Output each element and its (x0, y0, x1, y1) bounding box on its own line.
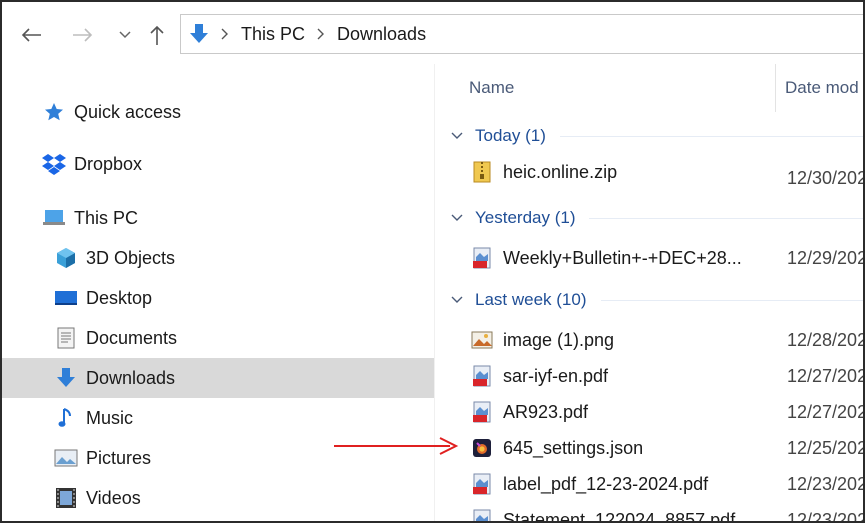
column-header-name[interactable]: Name (469, 64, 514, 112)
documents-icon (54, 326, 78, 350)
group-header-last-week[interactable]: Last week (10) (435, 282, 863, 318)
pdf-icon (471, 364, 493, 388)
column-header-date[interactable]: Date mod (785, 64, 859, 112)
file-date: 12/30/202 (787, 168, 865, 188)
nav-item-desktop[interactable]: Desktop (2, 278, 434, 318)
downloads-location-icon (189, 23, 209, 45)
file-name: 645_settings.json (503, 437, 644, 458)
up-arrow-icon (150, 25, 164, 45)
json-file-icon (471, 436, 493, 460)
file-row[interactable]: 645_settings.json 12/25/202 (435, 430, 865, 466)
videos-icon (54, 486, 78, 510)
file-row[interactable]: heic.online.zip 12/30/202 (435, 154, 865, 190)
nav-item-label: Documents (86, 327, 178, 348)
file-explorer-window: This PC Downloads Quick access Dropbox T… (0, 0, 865, 523)
pdf-icon (471, 400, 493, 424)
group-divider-line (600, 299, 863, 301)
forward-button[interactable] (68, 20, 98, 50)
back-arrow-icon (21, 28, 41, 42)
pdf-icon (471, 508, 493, 521)
file-date: 12/29/202 (787, 247, 865, 268)
chevron-down-icon (119, 31, 131, 39)
nav-item-label: Music (86, 407, 134, 428)
nav-item-quick-access[interactable]: Quick access (2, 92, 434, 132)
this-pc-icon (42, 206, 66, 230)
breadcrumb-separator-icon (317, 28, 325, 40)
nav-item-label: Videos (86, 487, 141, 508)
group-header-today[interactable]: Today (1) (435, 118, 863, 154)
file-list: Name Date mod Today (1) heic.online.zip … (435, 64, 865, 523)
3d-objects-icon (54, 246, 78, 270)
group-divider-line (559, 135, 863, 137)
file-row[interactable]: Statement_122024_8857.pdf 12/23/202 (435, 502, 865, 523)
back-button[interactable] (16, 20, 46, 50)
nav-item-label: Quick access (74, 101, 182, 122)
file-name: sar-iyf-en.pdf (503, 365, 609, 386)
breadcrumb-separator-icon (221, 28, 229, 40)
chevron-down-icon (451, 296, 469, 304)
file-date: 12/25/202 (787, 437, 865, 458)
pdf-icon (471, 246, 493, 270)
address-toolbar: This PC Downloads (2, 2, 863, 64)
file-date: 12/23/202 (787, 473, 865, 494)
nav-item-label: This PC (74, 207, 139, 228)
chevron-down-icon (451, 132, 469, 140)
file-row[interactable]: image (1).png 12/28/202 (435, 322, 865, 358)
recent-locations-button[interactable] (110, 20, 140, 50)
group-header-yesterday[interactable]: Yesterday (1) (435, 200, 863, 236)
column-divider[interactable] (775, 64, 776, 112)
dropbox-icon (42, 152, 66, 176)
group-label: Today (1) (475, 126, 546, 145)
nav-item-this-pc[interactable]: This PC (2, 198, 434, 238)
file-date: 12/27/202 (787, 401, 865, 422)
file-row[interactable]: label_pdf_12-23-2024.pdf 12/23/202 (435, 466, 865, 502)
file-name: image (1).png (503, 329, 615, 350)
nav-item-label: Pictures (86, 447, 152, 468)
nav-item-downloads[interactable]: Downloads (2, 358, 434, 398)
group-label: Yesterday (1) (475, 208, 576, 227)
file-date: 12/27/202 (787, 365, 865, 386)
chevron-down-icon (451, 214, 469, 222)
star-icon (42, 100, 66, 124)
file-name: AR923.pdf (503, 401, 589, 422)
nav-item-documents[interactable]: Documents (2, 318, 434, 358)
file-name: Weekly+Bulletin+-+DEC+28... (503, 247, 742, 268)
forward-arrow-icon (73, 28, 93, 42)
file-date: 12/28/202 (787, 329, 865, 350)
image-file-icon (471, 328, 493, 352)
up-button[interactable] (142, 20, 172, 50)
nav-item-label: Downloads (86, 367, 176, 388)
file-row[interactable]: AR923.pdf 12/27/202 (435, 394, 865, 430)
address-bar[interactable]: This PC Downloads (180, 14, 863, 54)
nav-item-videos[interactable]: Videos (2, 478, 434, 518)
pdf-icon (471, 472, 493, 496)
pictures-icon (54, 446, 78, 470)
file-name: Statement_122024_8857.pdf (503, 509, 736, 523)
red-arrow-annotation (334, 437, 459, 455)
desktop-icon (54, 286, 78, 310)
nav-item-label: Desktop (86, 287, 153, 308)
file-name: label_pdf_12-23-2024.pdf (503, 473, 709, 494)
zip-folder-icon (471, 160, 493, 184)
nav-item-dropbox[interactable]: Dropbox (2, 144, 434, 184)
file-name: heic.online.zip (503, 161, 618, 182)
music-note-icon (54, 406, 78, 430)
breadcrumb-downloads[interactable]: Downloads (337, 24, 426, 45)
file-row[interactable]: sar-iyf-en.pdf 12/27/202 (435, 358, 865, 394)
nav-item-label: Dropbox (74, 153, 143, 174)
group-label: Last week (10) (475, 290, 587, 309)
file-date: 12/23/202 (787, 509, 865, 523)
nav-item-3d-objects[interactable]: 3D Objects (2, 238, 434, 278)
group-divider-line (589, 217, 863, 219)
file-row[interactable]: Weekly+Bulletin+-+DEC+28... 12/29/202 (435, 240, 865, 276)
nav-item-label: 3D Objects (86, 247, 176, 268)
download-arrow-icon (54, 366, 78, 390)
breadcrumb-this-pc[interactable]: This PC (241, 24, 305, 45)
nav-item-music[interactable]: Music (2, 398, 434, 438)
